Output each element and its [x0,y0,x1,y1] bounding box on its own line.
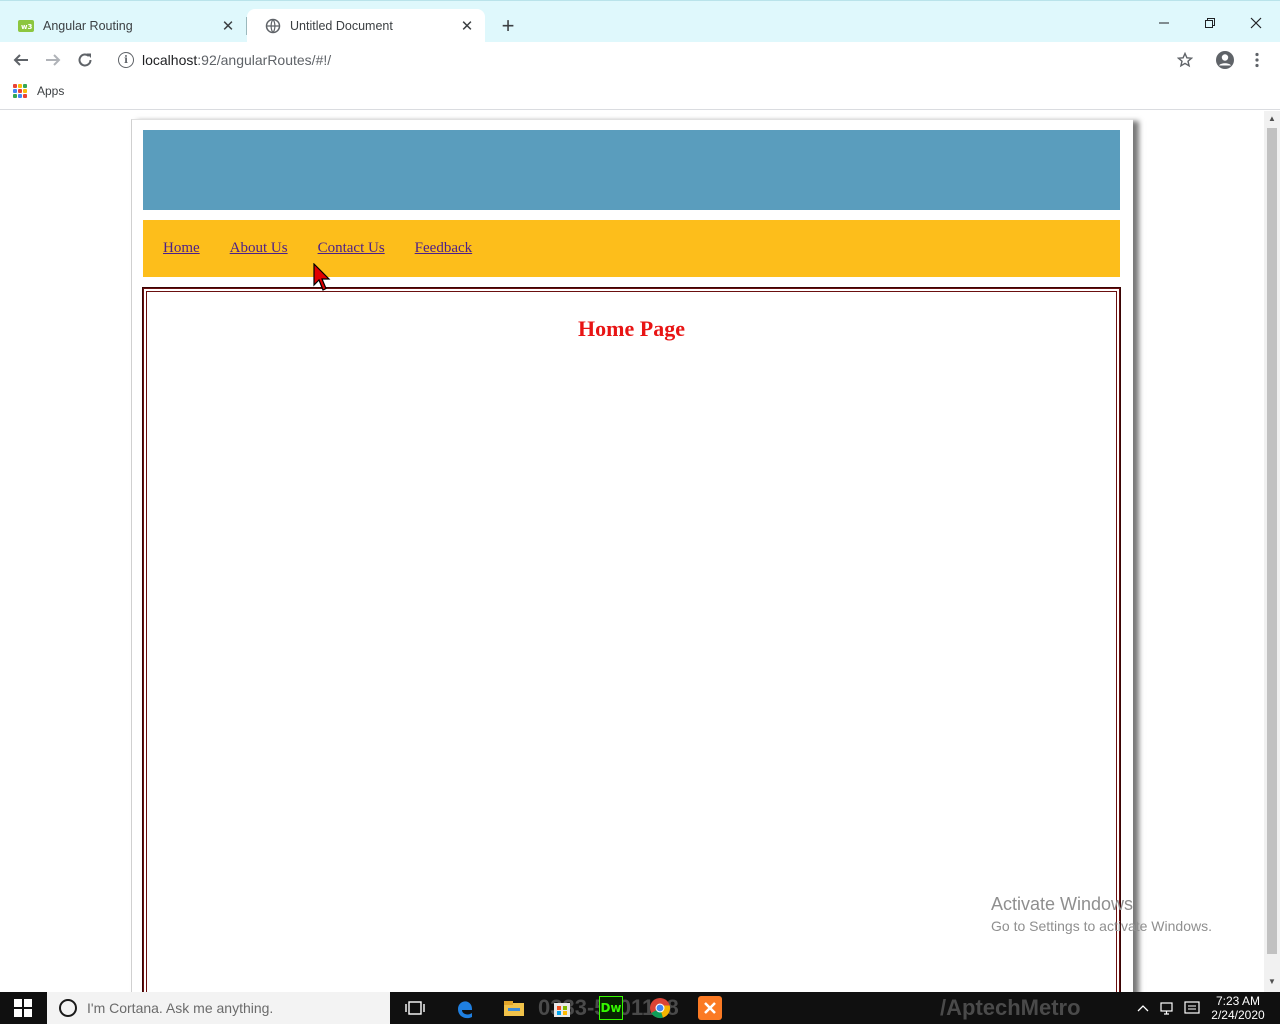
tab-close-icon[interactable]: ✕ [459,18,475,35]
file-explorer-icon[interactable] [502,996,526,1020]
reload-icon[interactable] [71,46,99,74]
tab-title: Untitled Document [290,19,393,33]
watermark-title: Activate Windows [991,894,1134,914]
clock-date: 2/24/2020 [1211,1008,1265,1022]
nav-link-contact-us[interactable]: Contact Us [318,240,385,257]
dreamweaver-icon[interactable]: Dw [599,996,623,1020]
clock-time: 7:23 AM [1215,994,1261,1008]
windows-taskbar: I'm Cortana. Ask me anything. 0333-56011… [0,992,1280,1024]
cortana-icon [59,999,77,1017]
page-container: Home About Us Contact Us Feedback Home P… [131,119,1133,992]
view-content-frame: Home Page [142,287,1121,992]
scrollbar-thumb[interactable] [1267,128,1277,954]
profile-avatar-icon[interactable] [1211,46,1239,74]
store-icon[interactable] [550,996,574,1020]
close-window-icon[interactable] [1233,7,1279,39]
nav-menu: Home About Us Contact Us Feedback [143,220,1120,277]
mouse-cursor-icon [313,263,331,291]
forward-icon[interactable] [39,46,67,74]
tab-untitled-document[interactable]: Untitled Document ✕ [247,9,485,43]
apps-grid-icon [13,84,27,98]
activate-windows-watermark: Activate Windows Go to Settings to activ… [991,894,1212,934]
address-bar[interactable]: i localhost:92/angularRoutes/#!/ [110,46,1160,74]
w3schools-favicon-icon: w3 [18,18,34,34]
bookmark-star-icon[interactable] [1171,46,1199,74]
windows-logo-icon [14,999,32,1017]
nav-link-feedback[interactable]: Feedback [415,240,472,257]
chrome-icon[interactable] [648,996,672,1020]
header-banner [143,130,1120,210]
globe-icon [265,18,281,34]
scroll-up-arrow-icon[interactable]: ▲ [1268,114,1276,123]
network-icon[interactable] [1160,992,1176,1024]
url-text[interactable]: localhost:92/angularRoutes/#!/ [142,52,331,68]
task-view-icon[interactable] [403,996,427,1020]
bookmarks-bar: Apps [0,78,1280,110]
scroll-down-arrow-icon[interactable]: ▼ [1268,977,1276,986]
restore-icon[interactable] [1187,7,1233,39]
new-tab-button[interactable]: + [496,13,520,38]
xampp-icon[interactable] [698,996,722,1020]
browser-toolbar: i localhost:92/angularRoutes/#!/ [0,42,1280,78]
apps-label: Apps [37,84,65,98]
apps-shortcut[interactable]: Apps [13,84,64,98]
cortana-search-box[interactable]: I'm Cortana. Ask me anything. [47,992,390,1024]
cortana-placeholder: I'm Cortana. Ask me anything. [87,1000,274,1016]
brand-overlay-text: /AptechMetro [940,995,1081,1020]
windows-start-button[interactable] [0,992,46,1024]
svg-text:w3: w3 [21,23,32,31]
notification-icon[interactable] [1184,992,1200,1024]
nav-link-home[interactable]: Home [163,240,200,257]
info-icon[interactable]: i [118,52,134,68]
edge-icon[interactable] [453,996,477,1020]
back-icon[interactable] [7,46,35,74]
nav-link-about-us[interactable]: About Us [230,240,288,257]
tab-angular-routing[interactable]: w3 Angular Routing ✕ [0,9,246,43]
page-heading: Home Page [578,316,685,341]
tab-close-icon[interactable]: ✕ [220,18,236,35]
minimize-icon[interactable] [1141,7,1187,39]
tab-strip: w3 Angular Routing ✕ Untitled Document ✕… [0,0,1280,43]
tray-chevron-icon[interactable] [1137,992,1149,1024]
watermark-subtitle: Go to Settings to activate Windows. [991,918,1212,934]
taskbar-clock[interactable]: 7:23 AM 2/24/2020 [1206,994,1270,1022]
page-viewport: Home About Us Contact Us Feedback Home P… [0,111,1264,992]
tab-title: Angular Routing [43,19,133,33]
menu-dots-icon[interactable] [1243,46,1271,74]
vertical-scrollbar[interactable]: ▲ ▼ [1264,111,1280,992]
